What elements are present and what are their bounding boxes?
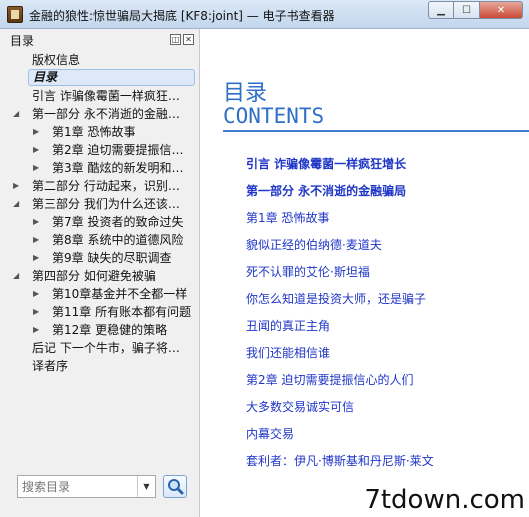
toc-item[interactable]: ▶ 第9章 缺失的尽职调查 xyxy=(0,249,200,267)
toc-item[interactable]: 后记 下一个牛市，骗子将… xyxy=(0,339,200,357)
content-link[interactable]: 丑闻的真正主角 xyxy=(246,317,330,334)
chevron-right-icon[interactable]: ▶ xyxy=(33,303,39,321)
watermark: 7tdown.com xyxy=(364,485,525,515)
page-subtitle: CONTENTS xyxy=(223,104,325,128)
maximize-icon: ☐ xyxy=(462,4,471,16)
toc-item-label: 第9章 缺失的尽职调查 xyxy=(52,251,172,265)
toc-item-label: 版权信息 xyxy=(32,53,81,67)
toc-item-label: 第一部分 永不消逝的金融… xyxy=(32,107,180,121)
toc-item-label: 第二部分 行动起来，识别… xyxy=(32,179,180,193)
book-app-icon xyxy=(7,6,23,23)
toc-item[interactable]: ▶ 第12章 更稳健的策略 xyxy=(0,321,200,339)
chevron-down-icon[interactable]: ◢ xyxy=(13,105,19,123)
content-link[interactable]: 第2章 迫切需要提振信心的人们 xyxy=(246,371,413,388)
search-button[interactable] xyxy=(163,475,187,498)
content-link[interactable]: 你怎么知道是投资大师，还是骗子 xyxy=(246,290,426,307)
toc-item[interactable]: ◢ 第三部分 我们为什么还该… xyxy=(0,195,200,213)
toc-item[interactable]: ◢ 第一部分 永不消逝的金融… xyxy=(0,105,200,123)
toc-item[interactable]: ▶ 第2章 迫切需要提振信… xyxy=(0,141,200,159)
content-link[interactable]: 引言 诈骗像霉菌一样疯狂增长 xyxy=(246,155,406,172)
content-link[interactable]: 套利者：伊凡·博斯基和丹尼斯·莱文 xyxy=(246,452,434,469)
chevron-right-icon[interactable]: ▶ xyxy=(33,159,39,177)
toc-item[interactable]: ▶ 第11章 所有账本都有问题 xyxy=(0,303,200,321)
page-title: 目录 xyxy=(223,81,268,106)
title-divider xyxy=(223,130,529,132)
toc-item-label: 第7章 投资者的致命过失 xyxy=(52,215,184,229)
close-panel-icon[interactable]: ✕ xyxy=(183,34,194,45)
content-link[interactable]: 大多数交易诚实可信 xyxy=(246,398,354,415)
close-icon: ✕ xyxy=(496,4,506,16)
toc-item[interactable]: ▶ 第10章基金并不全都一样 xyxy=(0,285,200,303)
content-link[interactable]: 内幕交易 xyxy=(246,425,294,442)
toc-item-label: 译者序 xyxy=(32,359,69,373)
search-icon xyxy=(168,479,184,495)
window-title: 金融的狼性:惊世骗局大揭底 [KF8:joint] — 电子书查看器 xyxy=(29,9,335,23)
chevron-down-icon[interactable]: ◢ xyxy=(13,195,19,213)
float-panel-icon[interactable]: ◫ xyxy=(170,34,181,45)
toc-item[interactable]: ▶ 第二部分 行动起来，识别… xyxy=(0,177,200,195)
toc-item-label: 后记 下一个牛市，骗子将… xyxy=(32,341,180,355)
close-button[interactable]: ✕ xyxy=(480,1,523,19)
toc-item-label: 目录 xyxy=(28,69,195,86)
toc-item[interactable]: 译者序 xyxy=(0,357,200,375)
toc-item-label: 第1章 恐怖故事 xyxy=(52,125,136,139)
toc-item-selected[interactable]: 目录 xyxy=(0,69,200,87)
toc-item-label: 第2章 迫切需要提振信… xyxy=(52,143,184,157)
toc-item-label: 第3章 酷炫的新发明和… xyxy=(52,161,184,175)
search-field: ▼ xyxy=(17,475,156,498)
content-link[interactable]: 貌似正经的伯纳德·麦道夫 xyxy=(246,236,382,253)
toc-item[interactable]: ▶ 第7章 投资者的致命过失 xyxy=(0,213,200,231)
toc-item-label: 第10章基金并不全都一样 xyxy=(52,287,188,301)
toc-sidebar: 目录 ◫ ✕ 版权信息 目录 引言 诈骗像霉菌一样疯狂… ◢ 第一部分 永不消逝的… xyxy=(0,29,200,517)
toc-item-label: 引言 诈骗像霉菌一样疯狂… xyxy=(32,89,180,103)
toc-item-label: 第12章 更稳健的策略 xyxy=(52,323,168,337)
toc-item-label: 第四部分 如何避免被骗 xyxy=(32,269,156,283)
chevron-right-icon[interactable]: ▶ xyxy=(33,285,39,303)
content-link[interactable]: 死不认罪的艾伦·斯坦福 xyxy=(246,263,370,280)
chevron-right-icon[interactable]: ▶ xyxy=(33,249,39,267)
title-bar: 金融的狼性:惊世骗局大揭底 [KF8:joint] — 电子书查看器 ▁ ☐ ✕ xyxy=(0,0,529,29)
toc-item[interactable]: ▶ 第1章 恐怖故事 xyxy=(0,123,200,141)
book-content: 目录 CONTENTS 引言 诈骗像霉菌一样疯狂增长 第一部分 永不消逝的金融骗… xyxy=(201,29,529,517)
content-link[interactable]: 第1章 恐怖故事 xyxy=(246,209,329,226)
content-link[interactable]: 我们还能相信谁 xyxy=(246,344,330,361)
toc-item[interactable]: ▶ 第8章 系统中的道德风险 xyxy=(0,231,200,249)
chevron-right-icon[interactable]: ▶ xyxy=(33,123,39,141)
chevron-down-icon[interactable]: ▼ xyxy=(137,476,155,497)
window-controls: ▁ ☐ ✕ xyxy=(428,1,523,19)
toc-item-label: 第11章 所有账本都有问题 xyxy=(52,305,192,319)
toc-item[interactable]: 引言 诈骗像霉菌一样疯狂… xyxy=(0,87,200,105)
minimize-button[interactable]: ▁ xyxy=(428,1,454,19)
content-link[interactable]: 第一部分 永不消逝的金融骗局 xyxy=(246,182,406,199)
sidebar-header: 目录 xyxy=(10,34,35,48)
toc-item-label: 第三部分 我们为什么还该… xyxy=(32,197,180,211)
minimize-icon: ▁ xyxy=(437,4,445,16)
chevron-right-icon[interactable]: ▶ xyxy=(33,141,39,159)
chevron-down-icon[interactable]: ◢ xyxy=(13,267,19,285)
toc-tree: 版权信息 目录 引言 诈骗像霉菌一样疯狂… ◢ 第一部分 永不消逝的金融… ▶ 第1… xyxy=(0,51,200,375)
sidebar-controls: ◫ ✕ xyxy=(170,34,194,45)
chevron-right-icon[interactable]: ▶ xyxy=(33,321,39,339)
toc-item[interactable]: ◢ 第四部分 如何避免被骗 xyxy=(0,267,200,285)
toc-item-label: 第8章 系统中的道德风险 xyxy=(52,233,184,247)
chevron-right-icon[interactable]: ▶ xyxy=(13,177,19,195)
search-input[interactable] xyxy=(18,477,134,496)
toc-item[interactable]: ▶ 第3章 酷炫的新发明和… xyxy=(0,159,200,177)
maximize-button[interactable]: ☐ xyxy=(454,1,480,19)
chevron-right-icon[interactable]: ▶ xyxy=(33,213,39,231)
toc-item[interactable]: 版权信息 xyxy=(0,51,200,69)
chevron-right-icon[interactable]: ▶ xyxy=(33,231,39,249)
